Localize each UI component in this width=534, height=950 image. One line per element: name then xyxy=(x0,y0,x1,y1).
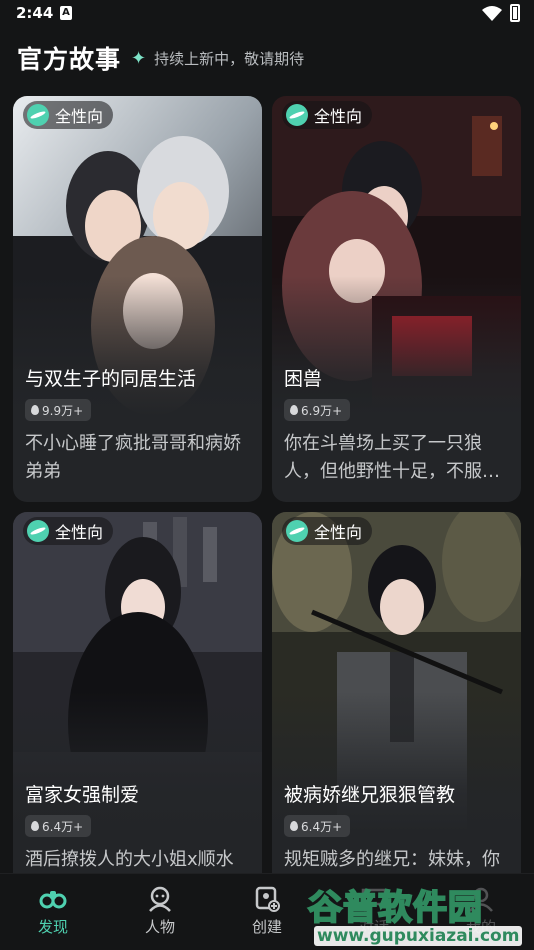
story-description: 你在斗兽场上买了一只狼人，但他野性十足，不服… xyxy=(284,433,500,482)
status-time: 2:44 xyxy=(16,4,54,22)
tab-label: 创建 xyxy=(251,918,282,936)
tab-characters[interactable]: 人物 xyxy=(120,880,200,944)
heat-count: 6.9万+ xyxy=(301,403,343,418)
category-tag: 全性向 xyxy=(282,517,373,545)
story-card[interactable]: 全性向 困兽 6.9万+ 你在斗兽场上买了一只狼人，但他野性十足，不服… xyxy=(272,96,521,502)
notification-icon: A xyxy=(60,6,72,20)
wifi-icon xyxy=(482,6,502,21)
watermark-url: www.gupuxiazai.com xyxy=(314,926,523,946)
planet-icon xyxy=(286,104,308,126)
tab-label: 发现 xyxy=(37,918,68,936)
cover-fade xyxy=(272,692,521,832)
category-tag-label: 全性向 xyxy=(55,107,104,126)
heat-count: 9.9万+ xyxy=(42,403,84,418)
tab-label: 人物 xyxy=(144,918,175,936)
story-description: 规矩贼多的继兄：妹妹，你 xyxy=(284,849,500,870)
heat-badge: 6.9万+ xyxy=(284,399,351,421)
cover-fade xyxy=(13,692,262,832)
story-description: 酒后撩拨人的大小姐x顺水 xyxy=(25,849,234,870)
tab-create[interactable]: 创建 xyxy=(227,880,307,944)
category-tag: 全性向 xyxy=(282,101,373,129)
story-card[interactable]: 全性向 与双生子的同居生活 9.9万+ 不小心睡了疯批哥哥和病娇弟弟 xyxy=(13,96,262,502)
planet-icon xyxy=(286,520,308,542)
tab-discover[interactable]: 发现 xyxy=(13,880,93,944)
character-icon xyxy=(149,886,171,912)
story-title: 困兽 xyxy=(284,368,323,390)
sparkle-icon: ✦ xyxy=(131,47,147,69)
flame-icon xyxy=(290,405,298,415)
category-tag: 全性向 xyxy=(23,101,114,129)
story-description: 不小心睡了疯批哥哥和病娇弟弟 xyxy=(25,433,241,482)
create-icon xyxy=(255,886,280,912)
flame-icon xyxy=(290,821,298,831)
watermark-text: 谷普软件园 xyxy=(307,887,483,929)
story-title: 富家女强制爱 xyxy=(25,784,140,806)
heat-count: 6.4万+ xyxy=(42,819,84,834)
heat-count: 6.4万+ xyxy=(301,819,343,834)
category-tag-label: 全性向 xyxy=(314,523,363,542)
story-card[interactable]: 全性向 被病娇继兄狠狠管教 6.4万+ 规矩贼多的继兄：妹妹，你 xyxy=(272,512,521,918)
story-card[interactable]: 全性向 富家女强制爱 6.4万+ 酒后撩拨人的大小姐x顺水 xyxy=(13,512,262,918)
category-tag-label: 全性向 xyxy=(314,107,363,126)
story-title: 被病娇继兄狠狠管教 xyxy=(284,784,456,806)
battery-icon xyxy=(510,4,520,22)
category-tag-label: 全性向 xyxy=(55,523,104,542)
page-title: 官方故事 xyxy=(17,45,122,74)
planet-icon xyxy=(27,104,49,126)
cover-fade xyxy=(13,276,262,416)
planet-icon xyxy=(27,520,49,542)
flame-icon xyxy=(31,821,39,831)
cover-fade xyxy=(272,276,521,416)
status-bar: 2:44 A xyxy=(0,0,534,28)
section-header: 官方故事 ✦ 持续上新中，敬请期待 xyxy=(17,40,304,76)
page-subtitle: 持续上新中，敬请期待 xyxy=(154,49,305,68)
category-tag: 全性向 xyxy=(23,517,114,545)
watermark: 谷普软件园 www.gupuxiazai.com xyxy=(300,880,534,950)
flame-icon xyxy=(31,405,39,415)
heat-badge: 6.4万+ xyxy=(25,815,92,837)
heat-badge: 9.9万+ xyxy=(25,399,92,421)
story-title: 与双生子的同居生活 xyxy=(25,368,197,390)
binoculars-icon xyxy=(39,891,67,909)
heat-badge: 6.4万+ xyxy=(284,815,351,837)
